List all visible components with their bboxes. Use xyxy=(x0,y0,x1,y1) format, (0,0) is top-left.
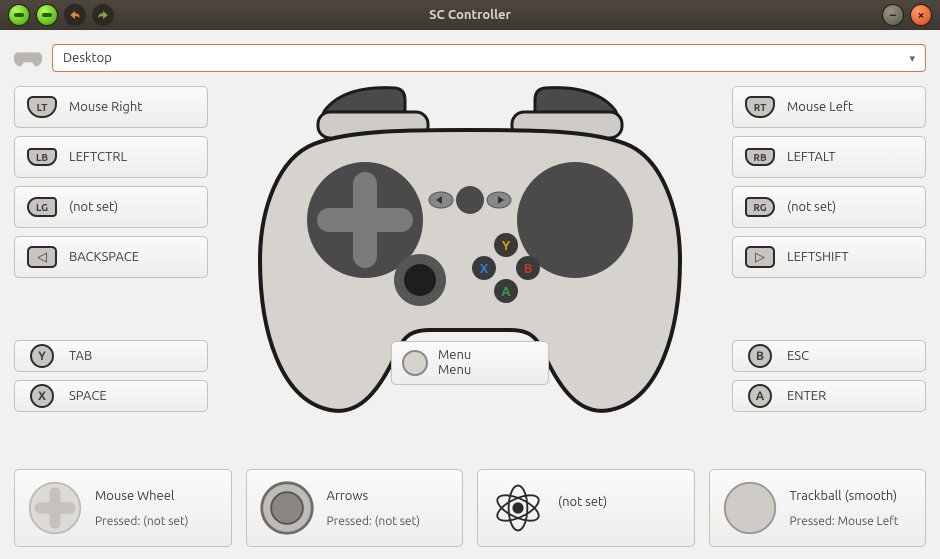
stick-icon xyxy=(259,480,315,536)
binding-back-label: BACKSPACE xyxy=(69,250,139,264)
svg-text:X: X xyxy=(480,262,489,276)
titlebar: SC Controller – × xyxy=(0,0,940,30)
back-icon: ◁ xyxy=(25,245,59,269)
middle-row: LT Mouse Right LB LEFTCTRL LG (not set) … xyxy=(14,86,926,463)
binding-lg[interactable]: LG (not set) xyxy=(14,186,208,228)
binding-a-label: ENTER xyxy=(787,389,826,403)
binding-right-pad[interactable]: Trackball (smooth) Pressed: Mouse Left xyxy=(709,469,927,547)
svg-text:Y: Y xyxy=(502,239,511,253)
redo-button[interactable] xyxy=(92,4,114,26)
right-pad-sub: Pressed: Mouse Left xyxy=(790,515,899,528)
stick-label: Arrows xyxy=(327,489,421,503)
binding-start-label: LEFTSHIFT xyxy=(787,250,849,264)
gyro-label: (not set) xyxy=(558,495,607,509)
profile-row: Desktop xyxy=(14,44,926,72)
binding-rb[interactable]: RB LEFTALT xyxy=(732,136,926,178)
left-bindings: LT Mouse Right LB LEFTCTRL LG (not set) … xyxy=(14,86,214,463)
binding-x-label: SPACE xyxy=(69,389,107,403)
binding-start[interactable]: ▷ LEFTSHIFT xyxy=(732,236,926,278)
rb-icon: RB xyxy=(743,145,777,169)
left-pad-sub: Pressed: (not set) xyxy=(95,515,189,528)
binding-lt[interactable]: LT Mouse Right xyxy=(14,86,208,128)
binding-rg[interactable]: RG (not set) xyxy=(732,186,926,228)
b-icon: B xyxy=(743,344,777,368)
binding-b[interactable]: B ESC xyxy=(732,340,926,372)
rg-icon: RG xyxy=(743,195,777,219)
binding-rt[interactable]: RT Mouse Left xyxy=(732,86,926,128)
start-icon: ▷ xyxy=(743,245,777,269)
lb-icon: LB xyxy=(25,145,59,169)
right-bindings: RT Mouse Left RB LEFTALT RG (not set) ▷ … xyxy=(726,86,926,463)
binding-x[interactable]: X SPACE xyxy=(14,380,208,412)
emulation-toggle-1[interactable] xyxy=(8,4,30,26)
controller-area: Y X B A Menu Menu xyxy=(214,86,726,463)
binding-rb-label: LEFTALT xyxy=(787,150,835,164)
controller-glyph-icon xyxy=(14,49,42,67)
binding-lb-label: LEFTCTRL xyxy=(69,150,127,164)
binding-lb[interactable]: LB LEFTCTRL xyxy=(14,136,208,178)
left-pad-icon xyxy=(27,480,83,536)
rt-icon: RT xyxy=(743,95,777,119)
binding-y[interactable]: Y TAB xyxy=(14,340,208,372)
emulation-toggle-2[interactable] xyxy=(36,4,58,26)
window-title: SC Controller xyxy=(0,8,940,22)
a-icon: A xyxy=(743,384,777,408)
binding-lt-label: Mouse Right xyxy=(69,100,142,114)
profile-select[interactable]: Desktop xyxy=(52,44,926,72)
binding-rg-label: (not set) xyxy=(787,200,836,214)
y-icon: Y xyxy=(25,344,59,368)
binding-b-label: ESC xyxy=(787,349,809,363)
close-button[interactable]: × xyxy=(910,4,932,26)
steam-button-icon xyxy=(402,350,428,376)
left-pad-label: Mouse Wheel xyxy=(95,489,189,503)
right-pad-icon xyxy=(722,480,778,536)
undo-button[interactable] xyxy=(64,4,86,26)
binding-center-labels: Menu Menu xyxy=(438,348,471,378)
binding-center[interactable]: Menu Menu xyxy=(391,341,549,385)
binding-lg-label: (not set) xyxy=(69,200,118,214)
gyro-icon xyxy=(490,480,546,536)
right-pad-label: Trackball (smooth) xyxy=(790,489,899,503)
svg-text:B: B xyxy=(524,262,533,276)
binding-rt-label: Mouse Left xyxy=(787,100,853,114)
stick-sub: Pressed: (not set) xyxy=(327,515,421,528)
content-area: Desktop LT Mouse Right LB LEFTCTRL LG (n… xyxy=(0,30,940,559)
x-icon: X xyxy=(25,384,59,408)
binding-y-label: TAB xyxy=(69,349,92,363)
profile-name: Desktop xyxy=(63,51,112,65)
bottom-row: Mouse Wheel Pressed: (not set) Arrows Pr… xyxy=(14,469,926,547)
lt-icon: LT xyxy=(25,95,59,119)
binding-a[interactable]: A ENTER xyxy=(732,380,926,412)
binding-gyro[interactable]: (not set) xyxy=(477,469,695,547)
minimize-button[interactable]: – xyxy=(882,4,904,26)
lg-icon: LG xyxy=(25,195,59,219)
binding-back[interactable]: ◁ BACKSPACE xyxy=(14,236,208,278)
svg-text:A: A xyxy=(501,285,511,299)
binding-stick[interactable]: Arrows Pressed: (not set) xyxy=(246,469,464,547)
binding-left-pad[interactable]: Mouse Wheel Pressed: (not set) xyxy=(14,469,232,547)
